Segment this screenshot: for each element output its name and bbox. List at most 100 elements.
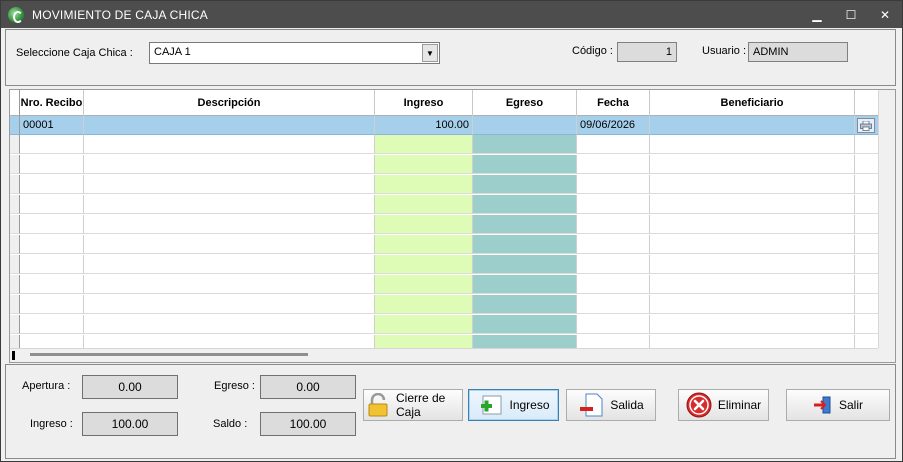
cell-print: [855, 315, 880, 334]
cell-fecha: [577, 215, 650, 234]
cell-beneficiario: [650, 195, 855, 214]
cell-descripcion[interactable]: [84, 116, 375, 135]
row-marker: [10, 295, 20, 314]
cell-descripcion: [84, 255, 375, 274]
row-marker: [10, 175, 20, 194]
cell-ingreso[interactable]: 100.00: [375, 116, 473, 135]
cell-print: [855, 235, 880, 254]
cell-fecha: [577, 295, 650, 314]
cell-egreso: [473, 215, 577, 234]
cell-descripcion: [84, 155, 375, 174]
egreso-field: 0.00: [260, 375, 356, 399]
cell-egreso: [473, 235, 577, 254]
cell-ingreso: [375, 235, 473, 254]
row-marker: [10, 235, 20, 254]
saldo-label: Saldo :: [213, 418, 248, 430]
caja-chica-window: MOVIMIENTO DE CAJA CHICA ▁ ☐ ✕ Seleccion…: [0, 0, 903, 462]
cell-beneficiario: [650, 315, 855, 334]
table-row[interactable]: 00001 100.00 09/06/2026: [10, 116, 880, 135]
salida-button[interactable]: Salida: [566, 389, 656, 421]
vertical-scrollbar[interactable]: [878, 90, 895, 362]
cell-print: [855, 215, 880, 234]
ingreso-button-label: Ingreso: [509, 398, 550, 412]
caja-chica-select-value: CAJA 1: [154, 46, 191, 58]
exit-door-icon: [813, 396, 831, 414]
cell-egreso: [473, 135, 577, 154]
column-header-egreso[interactable]: Egreso: [473, 90, 577, 116]
cell-descripcion: [84, 235, 375, 254]
cell-ingreso: [375, 135, 473, 154]
cell-print: [855, 155, 880, 174]
remove-entry-icon: [580, 393, 603, 417]
cell-recibo: [20, 195, 84, 214]
horizontal-scrollbar[interactable]: [10, 348, 880, 362]
cell-egreso: [473, 275, 577, 294]
cell-ingreso: [375, 195, 473, 214]
cell-descripcion: [84, 135, 375, 154]
caja-chica-select[interactable]: CAJA 1 ▼: [149, 42, 440, 64]
empty-row: [10, 315, 880, 334]
cell-print: [855, 295, 880, 314]
cierre-de-caja-button[interactable]: Cierre de Caja: [363, 389, 463, 421]
column-header-recibo[interactable]: Nro. Recibo: [20, 90, 84, 116]
cell-print: [855, 135, 880, 154]
saldo-field: 100.00: [260, 412, 356, 436]
cell-fecha: [577, 175, 650, 194]
cell-recibo: [20, 255, 84, 274]
cell-recibo[interactable]: 00001: [20, 116, 84, 135]
app-icon: [8, 6, 24, 23]
empty-row: [10, 135, 880, 154]
cell-recibo: [20, 155, 84, 174]
cell-print: [855, 275, 880, 294]
row-marker: [10, 155, 20, 174]
salir-button[interactable]: Salir: [786, 389, 890, 421]
row-marker: [10, 275, 20, 294]
eliminar-button[interactable]: Eliminar: [678, 389, 769, 421]
ingreso-button[interactable]: Ingreso: [468, 389, 559, 421]
column-header-fecha[interactable]: Fecha: [577, 90, 650, 116]
cell-beneficiario: [650, 215, 855, 234]
cell-descripcion: [84, 295, 375, 314]
window-controls: ▁ ☐ ✕: [800, 1, 902, 28]
cell-egreso: [473, 295, 577, 314]
column-header-descripcion[interactable]: Descripción: [84, 90, 375, 116]
cell-descripcion: [84, 215, 375, 234]
cell-beneficiario: [650, 295, 855, 314]
chevron-down-icon[interactable]: ▼: [422, 44, 438, 62]
row-marker: [10, 315, 20, 334]
cell-beneficiario: [650, 255, 855, 274]
printer-icon[interactable]: [857, 118, 875, 133]
usuario-label: Usuario :: [702, 45, 747, 57]
cell-recibo: [20, 135, 84, 154]
cell-fecha: [577, 135, 650, 154]
apertura-field: 0.00: [82, 375, 178, 399]
movimientos-grid[interactable]: Nro. Recibo Descripción Ingreso Egreso F…: [9, 89, 896, 363]
empty-row: [10, 215, 880, 234]
column-header-print: [855, 90, 880, 116]
column-header-ingreso[interactable]: Ingreso: [375, 90, 473, 116]
window-title: MOVIMIENTO DE CAJA CHICA: [32, 7, 208, 22]
cell-beneficiario: [650, 235, 855, 254]
row-marker: [10, 195, 20, 214]
cell-beneficiario[interactable]: [650, 116, 855, 135]
row-marker[interactable]: [10, 116, 20, 135]
cell-fecha[interactable]: 09/06/2026: [577, 116, 650, 135]
ingreso-label: Ingreso :: [30, 418, 73, 430]
maximize-button[interactable]: ☐: [834, 1, 868, 28]
cell-fecha: [577, 155, 650, 174]
horizontal-scroll-thumb[interactable]: [30, 353, 308, 356]
cell-ingreso: [375, 255, 473, 274]
cell-ingreso: [375, 315, 473, 334]
close-button[interactable]: ✕: [868, 1, 902, 28]
cell-recibo: [20, 175, 84, 194]
cell-recibo: [20, 275, 84, 294]
cell-descripcion: [84, 275, 375, 294]
column-header-beneficiario[interactable]: Beneficiario: [650, 90, 855, 116]
cell-print: [855, 255, 880, 274]
scroll-corner: [878, 348, 895, 362]
cell-egreso[interactable]: [473, 116, 577, 135]
row-marker: [10, 255, 20, 274]
cell-fecha: [577, 235, 650, 254]
cell-ingreso: [375, 175, 473, 194]
minimize-button[interactable]: ▁: [800, 1, 834, 28]
